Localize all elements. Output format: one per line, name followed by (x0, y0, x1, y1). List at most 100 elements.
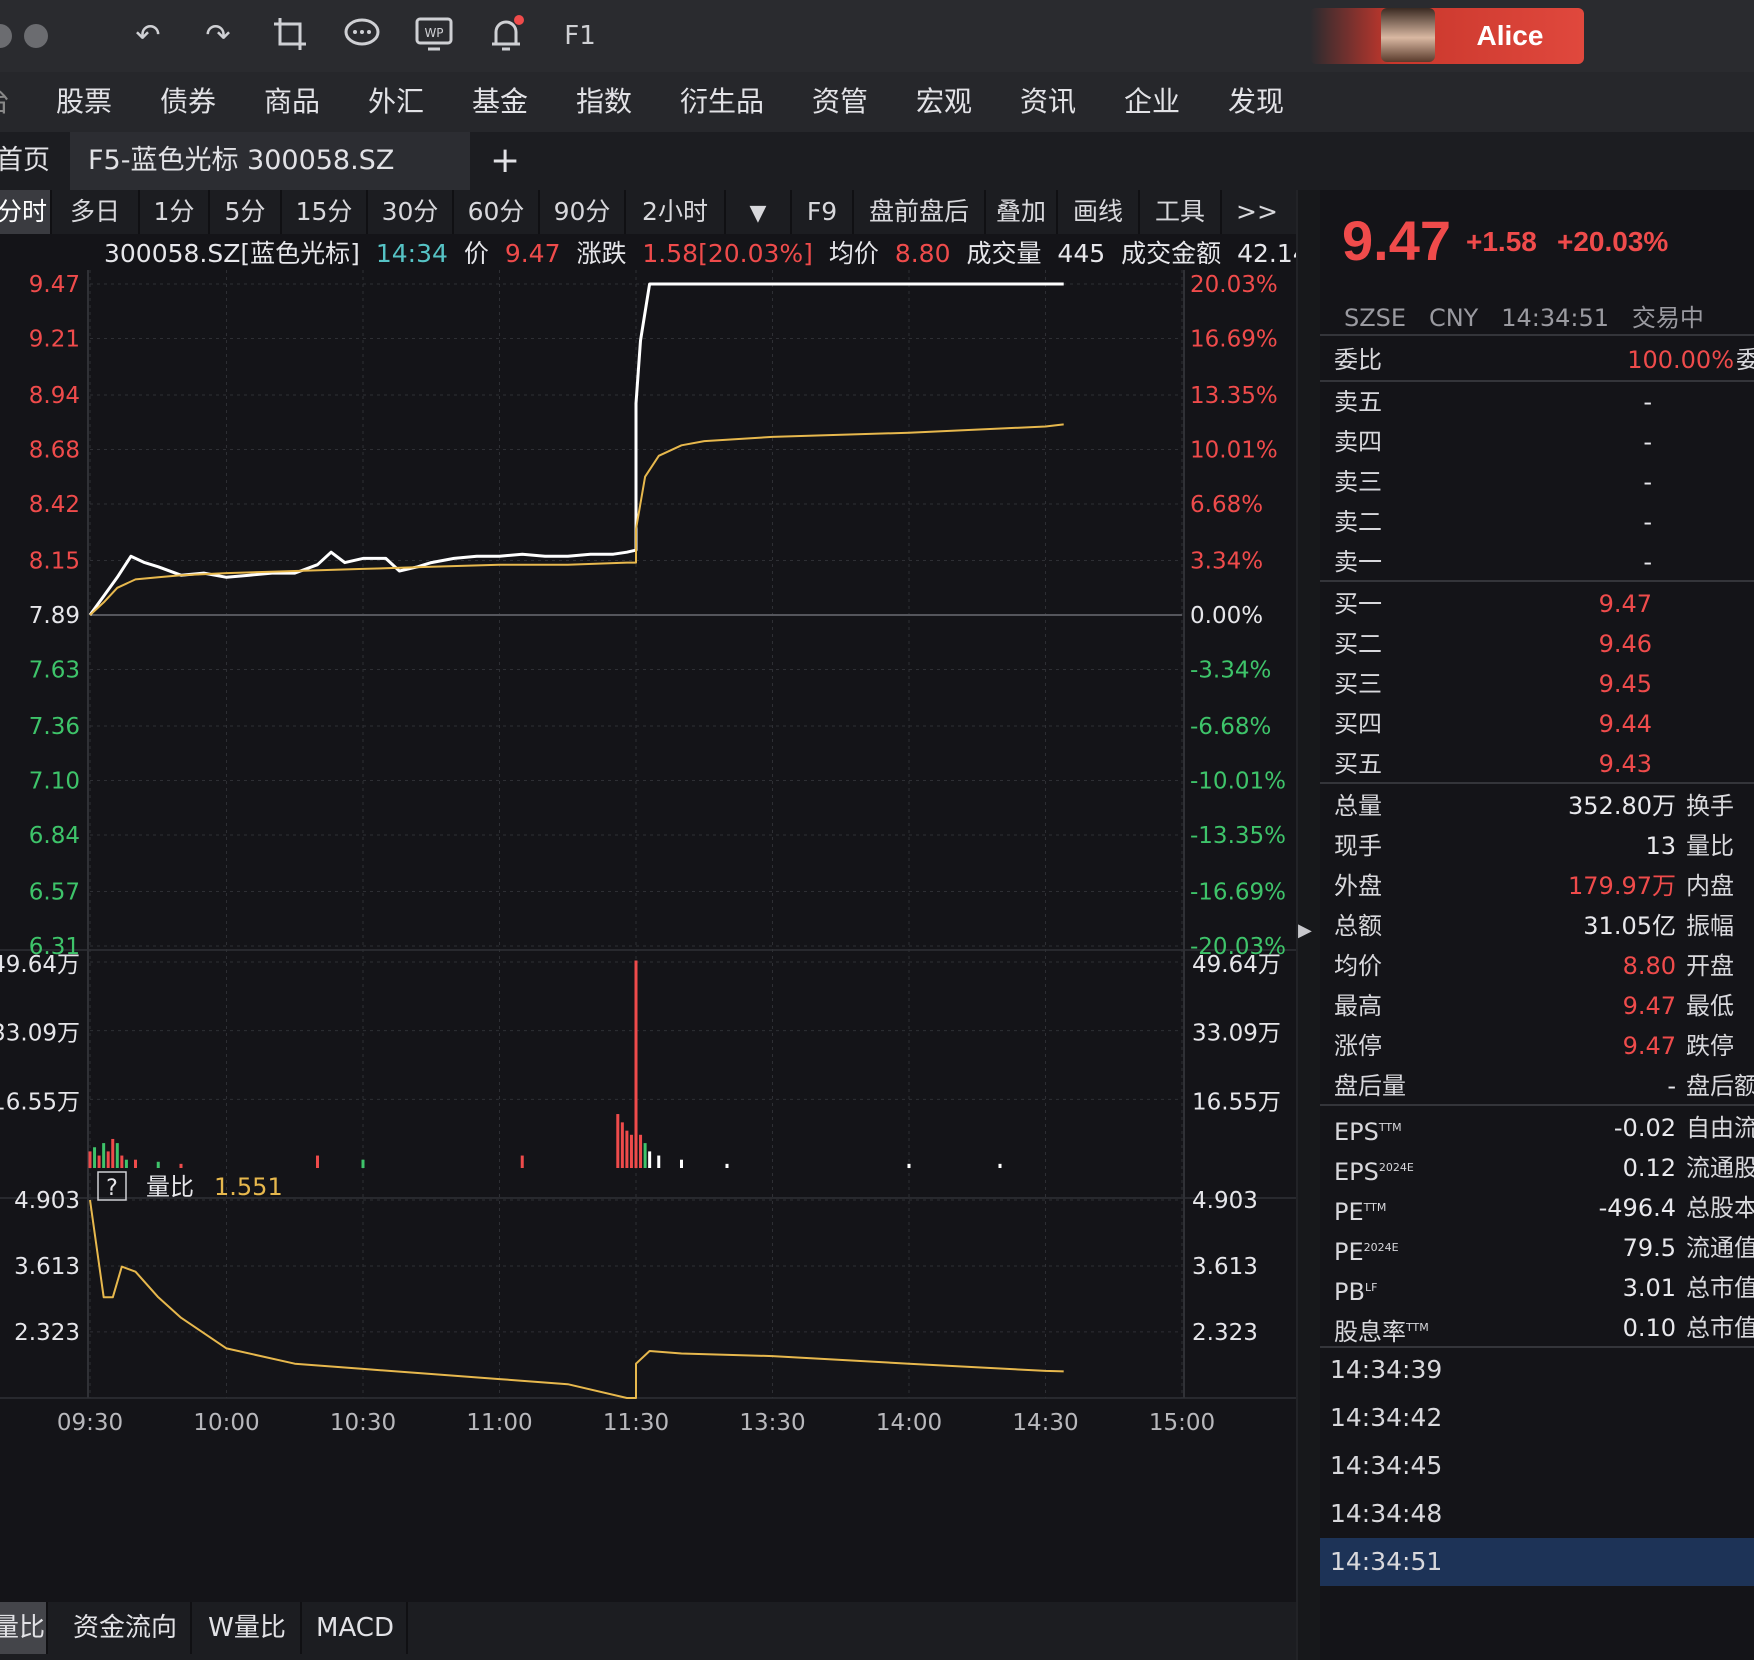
separator (1320, 580, 1754, 582)
y-tick-label-right: 13.35% (1190, 383, 1278, 409)
menu-item-macro[interactable]: 宏观 (916, 72, 972, 132)
f9-button[interactable]: F9 (792, 190, 854, 234)
period-more-dropdown[interactable]: ▼ (726, 190, 792, 234)
stat-value: 179.97万 (1568, 872, 1676, 900)
more-button[interactable]: >> (1222, 190, 1292, 234)
volume-ratio-chart[interactable] (89, 1199, 1064, 1399)
menu-item-discover[interactable]: 发现 (1228, 72, 1284, 132)
tick-row[interactable]: 14:34:51 (1320, 1538, 1754, 1586)
user-name[interactable]: Alice (1450, 14, 1570, 58)
volume-chart[interactable] (88, 960, 1002, 1168)
avatar[interactable] (1381, 8, 1435, 62)
menu-item-forex[interactable]: 外汇 (368, 72, 424, 132)
indicator-tabs: 量比 资金流向 W量比 MACD (0, 1602, 1296, 1660)
weibi-label: 委比 (1334, 346, 1382, 374)
tab-home[interactable]: 首页 (0, 132, 50, 190)
bid-level-row[interactable]: 买二 9.46 (1334, 624, 1754, 664)
fundamental-value: 0.12 (1622, 1154, 1676, 1182)
add-tab-button[interactable]: + (490, 132, 520, 190)
ask-level-row[interactable]: 卖二 - (1334, 502, 1754, 542)
fundamental-label: PBLF (1334, 1268, 1377, 1312)
menu-item-company[interactable]: 企业 (1124, 72, 1180, 132)
fundamental-name: PE (1334, 1198, 1364, 1226)
period-5min[interactable]: 5分 (210, 190, 282, 234)
tab-w-volume-ratio[interactable]: W量比 (194, 1602, 302, 1654)
stat-value: 9.47 (1622, 992, 1676, 1020)
bell-icon[interactable] (484, 14, 528, 58)
tools-button[interactable]: 工具 (1140, 190, 1222, 234)
collapse-panel-icon[interactable]: ▶ (1298, 920, 1316, 950)
stat-label: 盘后量 (1334, 1072, 1406, 1100)
volume-bar (93, 1147, 97, 1168)
bid-level-row[interactable]: 买一 9.47 (1334, 584, 1754, 624)
menu-item-indices[interactable]: 指数 (576, 72, 632, 132)
volume-bar (106, 1151, 110, 1168)
period-90min[interactable]: 90分 (540, 190, 626, 234)
menu-item-bonds[interactable]: 债券 (160, 72, 216, 132)
chat-icon[interactable] (340, 14, 384, 58)
undo-icon[interactable]: ↶ (126, 14, 170, 58)
ask-level-row[interactable]: 卖五 - (1334, 382, 1754, 422)
y-tick-label-left: 2.323 (14, 1320, 80, 1346)
volume-ratio-label: 量比 (146, 1173, 194, 1201)
tick-row[interactable]: 14:34:45 (1320, 1442, 1754, 1490)
menu-item-stocks[interactable]: 股票 (56, 72, 112, 132)
bid-level-price: 9.46 (1598, 630, 1652, 658)
x-tick-label: 11:30 (603, 1410, 669, 1436)
change-value: 1.58[20.03%] (642, 239, 813, 268)
period-2h[interactable]: 2小时 (626, 190, 726, 234)
fundamental-name: PB (1334, 1278, 1365, 1306)
fundamental-label-2: 流通值 (1686, 1234, 1754, 1262)
volume-bar (102, 1143, 106, 1168)
bid-level-row[interactable]: 买三 9.45 (1334, 664, 1754, 704)
menu-item-commodities[interactable]: 商品 (264, 72, 320, 132)
redo-icon[interactable]: ↷ (196, 14, 240, 58)
menu-item-derivatives[interactable]: 衍生品 (680, 72, 764, 132)
period-1min[interactable]: 1分 (140, 190, 210, 234)
menu-item-news[interactable]: 资讯 (1020, 72, 1076, 132)
wp-icon[interactable]: WP (412, 14, 456, 58)
window-control-dot[interactable] (0, 24, 12, 48)
volume-bar (634, 960, 638, 1168)
tick-row[interactable]: 14:34:39 (1320, 1346, 1754, 1394)
y-tick-label-right: 4.903 (1192, 1188, 1258, 1214)
tick-row[interactable]: 14:34:48 (1320, 1490, 1754, 1538)
tick-row[interactable]: 14:34:42 (1320, 1394, 1754, 1442)
volume-bar (680, 1159, 683, 1168)
period-intraday[interactable]: 分时 (0, 190, 52, 234)
tab-volume-ratio[interactable]: 量比 (0, 1602, 48, 1654)
ask-level-row[interactable]: 卖三 - (1334, 462, 1754, 502)
menu-item-funds[interactable]: 基金 (472, 72, 528, 132)
menu-item-overflow[interactable]: 台 (0, 72, 10, 132)
window-control-dot[interactable] (24, 24, 48, 48)
bid-level-row[interactable]: 买五 9.43 (1334, 744, 1754, 784)
x-tick-label: 10:30 (330, 1410, 396, 1436)
x-tick-label: 09:30 (57, 1410, 123, 1436)
fundamental-label: EPSTTM (1334, 1108, 1402, 1152)
title-bar: ↶ ↷ WP F1 Alice (0, 0, 1754, 72)
avg-price-line (89, 423, 1064, 616)
svg-text:WP: WP (424, 26, 443, 40)
tab-active-stock[interactable]: F5-蓝色光标 300058.SZ (70, 132, 470, 190)
tab-capital-flow[interactable]: 资金流向 (60, 1602, 192, 1654)
fundamental-name: EPS (1334, 1158, 1379, 1186)
f1-icon[interactable]: F1 (558, 14, 602, 58)
ask-level-row[interactable]: 卖四 - (1334, 422, 1754, 462)
overlay-button[interactable]: 叠加 (986, 190, 1058, 234)
menu-item-asset-mgmt[interactable]: 资管 (812, 72, 868, 132)
period-15min[interactable]: 15分 (282, 190, 368, 234)
y-tick-label-left: 7.10 (29, 769, 80, 795)
tab-macd[interactable]: MACD (304, 1602, 408, 1654)
chart-area[interactable]: 09:30 10:00 10:30 11:00 11:30 13:30 14:00 14:30… (0, 270, 1296, 1602)
pre-post-market-button[interactable]: 盘前盘后 (854, 190, 986, 234)
period-multiday[interactable]: 多日 (52, 190, 140, 234)
crop-icon[interactable] (268, 14, 312, 58)
fundamental-row: EPS2024E 0.12 流通股 (1334, 1148, 1754, 1188)
bid-level-row[interactable]: 买四 9.44 (1334, 704, 1754, 744)
ask-level-row[interactable]: 卖一 - (1334, 542, 1754, 582)
draw-button[interactable]: 画线 (1058, 190, 1140, 234)
stat-row: 最高 9.47 最低 (1334, 986, 1754, 1026)
period-30min[interactable]: 30分 (368, 190, 454, 234)
period-60min[interactable]: 60分 (454, 190, 540, 234)
exchange: SZSE (1344, 304, 1407, 332)
